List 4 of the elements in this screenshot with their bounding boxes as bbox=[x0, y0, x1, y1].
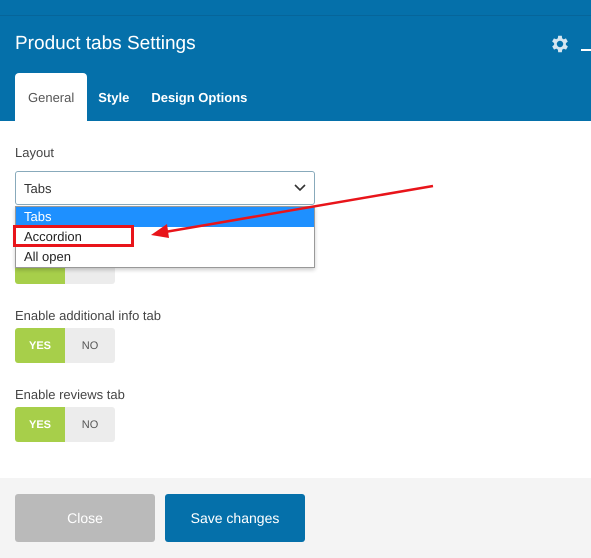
field-label: Layout bbox=[15, 145, 56, 162]
dialog-title: Product tabs Settings bbox=[15, 33, 197, 55]
field-label: Enable reviews tab bbox=[15, 387, 126, 404]
field-label: Enable additional info tab bbox=[15, 308, 162, 325]
